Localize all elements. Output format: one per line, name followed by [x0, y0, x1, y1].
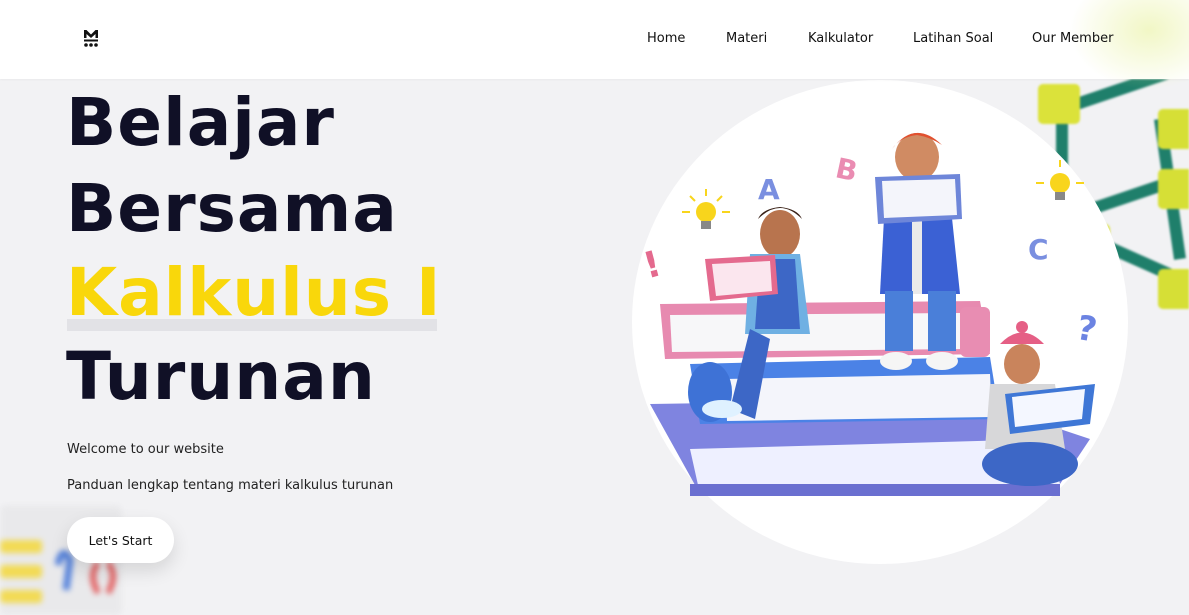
hero-title-accent: Kalkulus I: [66, 254, 442, 331]
nav-home[interactable]: Home: [647, 31, 685, 46]
letter-c: C: [1028, 233, 1049, 266]
welcome-text: Welcome to our website: [67, 442, 224, 457]
nav-latihan-soal[interactable]: Latihan Soal: [913, 31, 993, 46]
hero-title-line-2: Bersama: [66, 170, 398, 247]
hero-description: Panduan lengkap tentang materi kalkulus …: [67, 478, 394, 493]
hero-title-line-4: Turunan: [66, 338, 376, 415]
nav-our-member[interactable]: Our Member: [1032, 31, 1113, 46]
letter-a: A: [758, 173, 780, 206]
navbar: Home Materi Kalkulator Latihan Soal Our …: [0, 0, 1189, 90]
lets-start-button[interactable]: Let's Start: [67, 517, 174, 563]
nav-materi[interactable]: Materi: [726, 31, 767, 46]
students-reading-books-illustration: A B C ! ?: [632, 80, 1128, 564]
m-logo-icon[interactable]: [82, 28, 100, 48]
nav-kalkulator[interactable]: Kalkulator: [808, 31, 873, 46]
hero-title-line-1: Belajar: [66, 84, 335, 161]
